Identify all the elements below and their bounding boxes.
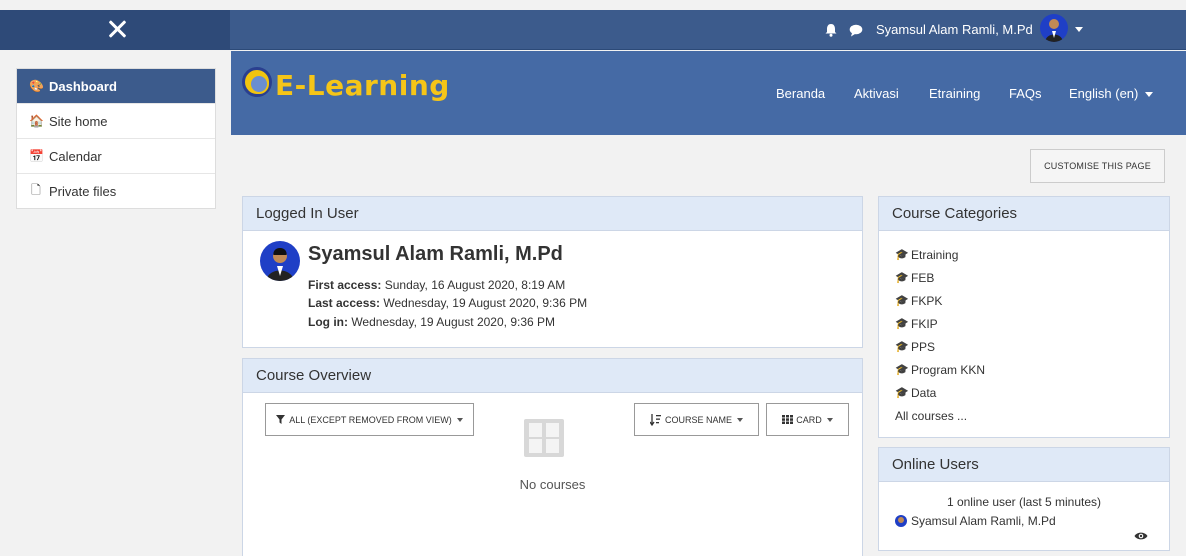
course-categories-block: Course Categories 🎓 Etraining 🎓 FEB 🎓 FKPK … [878,196,1170,438]
block-title: Course Overview [243,359,862,393]
login-line: Log in: Wednesday, 19 August 2020, 9:36 … [308,315,555,329]
bell-icon[interactable] [824,23,838,37]
top-navbar: Syamsul Alam Ramli, M.Pd [0,10,1186,50]
graduation-cap-icon: 🎓 [895,249,909,261]
chevron-down-icon [737,417,743,422]
online-users-block: Online Users 1 online user (last 5 minut… [878,447,1170,551]
course-filter-dropdown[interactable]: ALL (EXCEPT REMOVED FROM VIEW) [265,403,474,436]
block-title: Online Users [879,448,1169,482]
graduation-cap-icon: 🎓 [895,387,909,399]
chat-icon[interactable] [849,23,863,37]
category-label: Program KKN [911,362,986,377]
eye-icon[interactable] [1134,531,1148,541]
course-overview-block: Course Overview ALL (EXCEPT REMOVED FROM… [242,358,863,556]
university-logo-icon[interactable] [242,67,272,97]
grid-icon [782,415,794,424]
no-courses-text: No courses [519,477,586,492]
nav-drawer: 🎨 Dashboard 🏠 Site home 📅 Calendar 🗋 Pri… [16,68,216,209]
online-user-name: Syamsul Alam Ramli, M.Pd [911,514,1056,528]
nav-link-faqs[interactable]: FAQs [1009,86,1042,101]
user-full-name[interactable]: Syamsul Alam Ramli, M.Pd [308,243,563,266]
nav-link-etraining[interactable]: Etraining [929,86,980,101]
category-item-pps[interactable]: 🎓 PPS [895,335,985,358]
dashboard-icon: 🎨 [29,79,44,93]
close-icon[interactable] [106,18,128,40]
last-access-value: Wednesday, 19 August 2020, 9:36 PM [380,296,588,310]
filter-icon [276,415,286,424]
login-label: Log in: [308,315,348,329]
block-title: Logged In User [243,197,862,231]
sidebar-item-calendar[interactable]: 📅 Calendar [17,138,215,173]
last-access-label: Last access: [308,296,381,310]
online-user-item[interactable]: Syamsul Alam Ramli, M.Pd [895,514,1056,528]
chevron-down-icon [1145,92,1154,98]
sidebar-item-private-files[interactable]: 🗋 Private files [17,173,215,208]
site-header: E-Learning Beranda Aktivasi Etraining FA… [231,51,1186,135]
category-label: Etraining [911,247,959,262]
sidebar-item-label: Private files [49,183,117,199]
sort-icon [649,413,661,426]
last-access-line: Last access: Wednesday, 19 August 2020, … [308,296,587,310]
view-label: CARD [796,414,822,425]
calendar-icon: 📅 [29,149,44,163]
drawer-toggle-area [0,10,230,50]
sidebar-item-dashboard[interactable]: 🎨 Dashboard [17,69,215,103]
file-icon: 🗋 [31,182,41,197]
sort-label: COURSE NAME [664,414,732,425]
first-access-label: First access: [308,278,382,292]
logged-in-user-block: Logged In User Syamsul Alam Ramli, M.Pd … [242,196,863,348]
first-access-value: Sunday, 16 August 2020, 8:19 AM [381,278,566,292]
language-menu[interactable]: English (en) [1069,86,1154,101]
chevron-down-icon [826,417,833,422]
login-value: Wednesday, 19 August 2020, 9:36 PM [347,315,556,329]
user-menu-name[interactable]: Syamsul Alam Ramli, M.Pd [876,22,1033,37]
site-logo-text[interactable]: E-Learning [275,69,450,102]
category-item-program-kkn[interactable]: 🎓 Program KKN [895,358,985,381]
graduation-cap-icon: 🎓 [895,341,909,353]
home-icon: 🏠 [29,114,44,128]
graduation-cap-icon: 🎓 [895,318,909,330]
category-item-data[interactable]: 🎓 Data [895,381,985,404]
block-title: Course Categories [879,197,1169,231]
sidebar-item-label: Site home [49,113,108,129]
language-label: English (en) [1069,86,1139,101]
all-courses-link[interactable]: All courses ... [895,404,985,427]
category-label: Data [911,385,937,400]
user-avatar-icon [895,515,907,527]
online-users-summary: 1 online user (last 5 minutes) [946,495,1102,509]
sidebar-item-label: Calendar [49,148,102,164]
category-item-fkip[interactable]: 🎓 FKIP [895,312,985,335]
category-list: 🎓 Etraining 🎓 FEB 🎓 FKPK 🎓 FKIP 🎓 PPS 🎓 Progra… [895,243,985,427]
graduation-cap-icon: 🎓 [895,364,909,376]
first-access-line: First access: Sunday, 16 August 2020, 8:… [308,278,565,292]
customise-page-button[interactable]: CUSTOMISE THIS PAGE [1030,149,1165,183]
category-label: FKIP [911,316,938,331]
filter-label: ALL (EXCEPT REMOVED FROM VIEW) [289,414,452,425]
nav-link-aktivasi[interactable]: Aktivasi [854,86,899,101]
chevron-down-icon [456,417,463,422]
course-sort-dropdown[interactable]: COURSE NAME [634,403,759,436]
user-avatar-small[interactable] [1040,14,1068,42]
user-avatar[interactable] [260,241,300,281]
nav-link-beranda[interactable]: Beranda [776,86,825,101]
graduation-cap-icon: 🎓 [895,295,909,307]
course-view-dropdown[interactable]: CARD [766,403,849,436]
sidebar-item-label: Dashboard [49,78,117,94]
graduation-cap-icon: 🎓 [895,272,909,284]
category-item-fkpk[interactable]: 🎓 FKPK [895,289,985,312]
user-menu-caret-icon[interactable] [1075,27,1083,32]
sidebar-item-site-home[interactable]: 🏠 Site home [17,103,215,138]
category-label: FKPK [911,293,943,308]
category-item-etraining[interactable]: 🎓 Etraining [895,243,985,266]
category-label: PPS [911,339,936,354]
category-label: FEB [911,270,935,285]
empty-courses-icon [524,419,564,457]
category-item-feb[interactable]: 🎓 FEB [895,266,985,289]
